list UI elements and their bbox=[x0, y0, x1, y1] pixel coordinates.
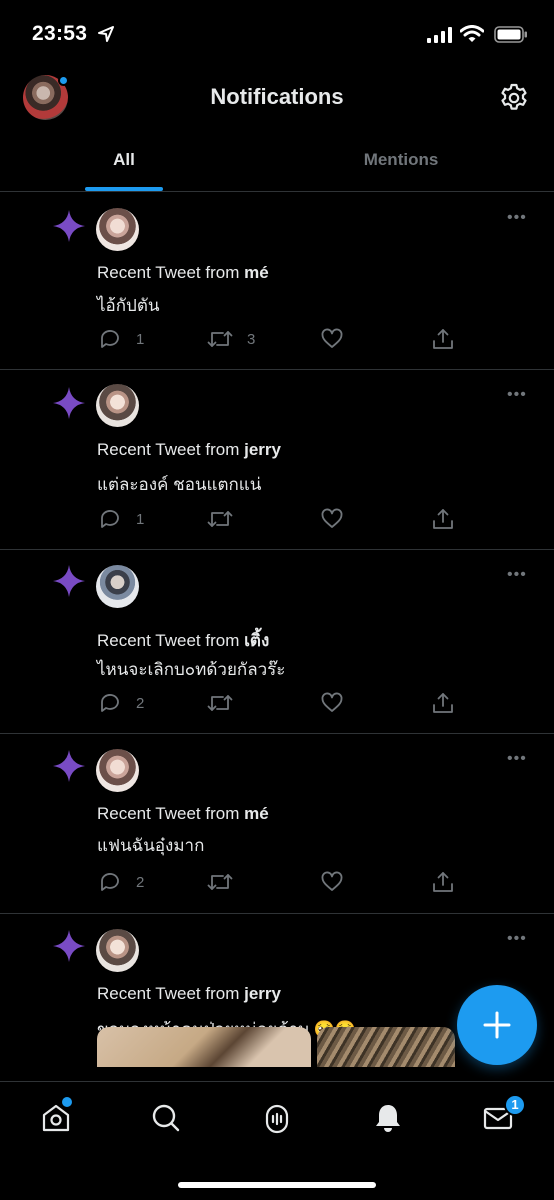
more-options-icon[interactable]: ••• bbox=[507, 750, 527, 768]
reply-button[interactable]: 2 bbox=[98, 690, 144, 716]
author-name: mé bbox=[244, 263, 269, 282]
bell-icon[interactable] bbox=[372, 1102, 404, 1134]
like-button[interactable] bbox=[320, 869, 344, 895]
tweet-actions: 2 bbox=[0, 690, 554, 720]
avatar[interactable] bbox=[96, 749, 139, 792]
author-name: เติ้ง bbox=[244, 631, 270, 650]
more-options-icon[interactable]: ••• bbox=[507, 386, 527, 404]
notification-title: Recent Tweet from mé bbox=[97, 263, 269, 282]
heart-icon bbox=[321, 508, 343, 528]
header: Notifications All Mentions bbox=[0, 70, 554, 192]
sparkle-icon bbox=[53, 387, 85, 419]
share-button[interactable] bbox=[431, 506, 455, 532]
reply-icon bbox=[101, 510, 119, 528]
tab-mentions[interactable]: Mentions bbox=[340, 150, 462, 170]
notification-title: Recent Tweet from mé bbox=[97, 804, 269, 823]
like-button[interactable] bbox=[320, 690, 344, 716]
wifi-icon bbox=[460, 25, 484, 42]
retweet-count: 3 bbox=[247, 330, 256, 348]
retweet-button[interactable] bbox=[207, 869, 233, 895]
battery-icon bbox=[494, 26, 527, 43]
avatar[interactable] bbox=[96, 565, 139, 608]
tweet-actions: 1 bbox=[0, 506, 554, 536]
more-options-icon[interactable]: ••• bbox=[507, 566, 527, 584]
retweet-icon bbox=[207, 331, 233, 347]
tweet-text: แต่ละองค์ ชอนแตกแน่ bbox=[97, 475, 262, 494]
sparkle-icon bbox=[53, 750, 85, 782]
notification-item[interactable]: ••• Recent Tweet from mé แฟนฉันอุ๋งมาก 2 bbox=[0, 734, 554, 914]
status-time: 23:53 bbox=[32, 22, 88, 45]
retweet-icon bbox=[207, 695, 233, 711]
heart-icon bbox=[321, 871, 343, 891]
search-icon[interactable] bbox=[150, 1102, 182, 1134]
reply-icon bbox=[101, 694, 119, 712]
retweet-button[interactable]: 3 bbox=[207, 326, 255, 352]
signal-icon bbox=[427, 27, 452, 43]
gear-icon[interactable] bbox=[498, 82, 530, 114]
home-indicator bbox=[178, 1182, 376, 1188]
status-bar: 23:53 bbox=[0, 0, 554, 70]
home-unread-dot bbox=[62, 1097, 72, 1107]
share-icon bbox=[433, 329, 453, 349]
sparkle-icon bbox=[53, 930, 85, 962]
notification-title: Recent Tweet from jerry bbox=[97, 984, 281, 1003]
spaces-icon[interactable] bbox=[261, 1102, 293, 1134]
tweet-text: ไอ้กัปตัน bbox=[97, 296, 160, 315]
plus-icon bbox=[483, 1011, 511, 1039]
avatar[interactable] bbox=[96, 929, 139, 972]
compose-tweet-button[interactable] bbox=[457, 985, 537, 1065]
tweet-actions: 2 bbox=[0, 869, 554, 899]
sparkle-icon bbox=[53, 565, 85, 597]
reply-count: 2 bbox=[136, 694, 145, 712]
share-button[interactable] bbox=[431, 690, 455, 716]
share-icon bbox=[433, 693, 453, 713]
notification-item[interactable]: ••• Recent Tweet from เติ้ง ไหนจะเลิกบ๐ท… bbox=[0, 550, 554, 734]
retweet-button[interactable] bbox=[207, 506, 233, 532]
avatar[interactable] bbox=[96, 384, 139, 427]
messages-badge: 1 bbox=[504, 1094, 526, 1116]
author-name: jerry bbox=[244, 984, 281, 1003]
author-name: jerry bbox=[244, 440, 281, 459]
author-name: mé bbox=[244, 804, 269, 823]
reply-count: 1 bbox=[136, 510, 145, 528]
retweet-icon bbox=[207, 874, 233, 890]
notification-item[interactable]: ••• Recent Tweet from jerry แต่ละองค์ ชอ… bbox=[0, 370, 554, 550]
tweet-actions: 1 3 bbox=[0, 326, 554, 356]
reply-count: 2 bbox=[136, 873, 145, 891]
reply-button[interactable]: 1 bbox=[98, 326, 144, 352]
share-icon bbox=[433, 509, 453, 529]
sparkle-icon bbox=[53, 210, 85, 242]
notification-item[interactable]: ••• Recent Tweet from mé ไอ้กัปตัน 1 3 bbox=[0, 193, 554, 370]
notification-title: Recent Tweet from jerry bbox=[97, 440, 281, 459]
reply-icon bbox=[101, 873, 119, 891]
page-title: Notifications bbox=[210, 84, 344, 109]
location-arrow-icon bbox=[98, 26, 114, 42]
like-button[interactable] bbox=[320, 506, 344, 532]
retweet-button[interactable] bbox=[207, 690, 233, 716]
bottom-tab-bar: 1 bbox=[0, 1081, 554, 1200]
notification-title: Recent Tweet from เติ้ง bbox=[97, 631, 270, 650]
avatar[interactable] bbox=[96, 208, 139, 251]
tweet-text: ไหนจะเลิกบ๐ทด้วยกัลวร๊ะ bbox=[97, 660, 286, 679]
share-button[interactable] bbox=[431, 869, 455, 895]
more-options-icon[interactable]: ••• bbox=[507, 930, 527, 948]
share-icon bbox=[433, 872, 453, 892]
heart-icon bbox=[321, 692, 343, 712]
tab-all[interactable]: All bbox=[85, 150, 163, 170]
tweet-image[interactable] bbox=[317, 1027, 455, 1067]
reply-button[interactable]: 1 bbox=[98, 506, 144, 532]
more-options-icon[interactable]: ••• bbox=[507, 209, 527, 227]
reply-button[interactable]: 2 bbox=[98, 869, 144, 895]
active-tab-indicator bbox=[85, 187, 163, 191]
tweet-image[interactable] bbox=[97, 1027, 311, 1067]
heart-icon bbox=[321, 328, 343, 348]
retweet-icon bbox=[207, 511, 233, 527]
like-button[interactable] bbox=[320, 326, 344, 352]
tweet-text: แฟนฉันอุ๋งมาก bbox=[97, 836, 205, 855]
reply-icon bbox=[101, 330, 119, 348]
share-button[interactable] bbox=[431, 326, 455, 352]
reply-count: 1 bbox=[136, 330, 145, 348]
